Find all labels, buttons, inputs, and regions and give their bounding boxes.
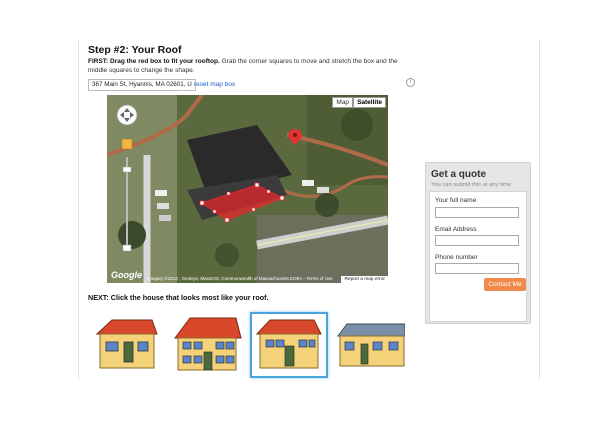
- phone-label: Phone number: [435, 254, 478, 261]
- map-attribution: Imagery ©2012 , GeoEye, MassGIS, Commonw…: [147, 276, 333, 281]
- report-map-error-link[interactable]: Report a map error: [341, 276, 388, 283]
- quote-title: Get a quote: [431, 169, 487, 180]
- google-logo: Google: [111, 270, 142, 280]
- instructions: FIRST: Drag the red box to fit your roof…: [88, 58, 418, 75]
- house-option-1[interactable]: [92, 316, 162, 374]
- house-icon: [255, 319, 322, 369]
- quote-subtitle: You can submit this at any time: [431, 182, 512, 188]
- email-input[interactable]: [435, 235, 519, 246]
- full-name-input[interactable]: [435, 207, 519, 218]
- house-icon: [337, 323, 406, 367]
- map-type-control: Map Satellite: [332, 97, 386, 108]
- full-name-label: Your full name: [435, 197, 477, 204]
- email-label: Email Address: [435, 226, 477, 233]
- info-icon[interactable]: i: [406, 78, 415, 87]
- map-imagery: [107, 95, 388, 283]
- next-instruction: NEXT: Click the house that looks most li…: [88, 293, 269, 302]
- contact-me-button[interactable]: Contact Me: [484, 278, 526, 291]
- house-option-2[interactable]: [172, 316, 242, 374]
- map-type-map-button[interactable]: Map: [332, 97, 354, 108]
- house-icon: [174, 317, 242, 371]
- quote-panel: Get a quote You can submit this at any t…: [425, 162, 531, 324]
- instructions-bold: FIRST: Drag the red box to fit your roof…: [88, 58, 220, 65]
- house-icon: [95, 319, 158, 369]
- step-title: Step #2: Your Roof: [88, 44, 182, 56]
- map-type-satellite-button[interactable]: Satellite: [353, 97, 386, 108]
- house-option-3[interactable]: [250, 312, 328, 378]
- house-option-4[interactable]: [335, 316, 406, 374]
- address-input[interactable]: [88, 79, 196, 91]
- satellite-map[interactable]: Map Satellite Google Imagery ©2012 , Geo…: [107, 95, 388, 283]
- phone-input[interactable]: [435, 263, 519, 274]
- quote-form: Your full name Email Address Phone numbe…: [429, 191, 527, 322]
- reset-map-box-link[interactable]: reset map box: [194, 81, 235, 88]
